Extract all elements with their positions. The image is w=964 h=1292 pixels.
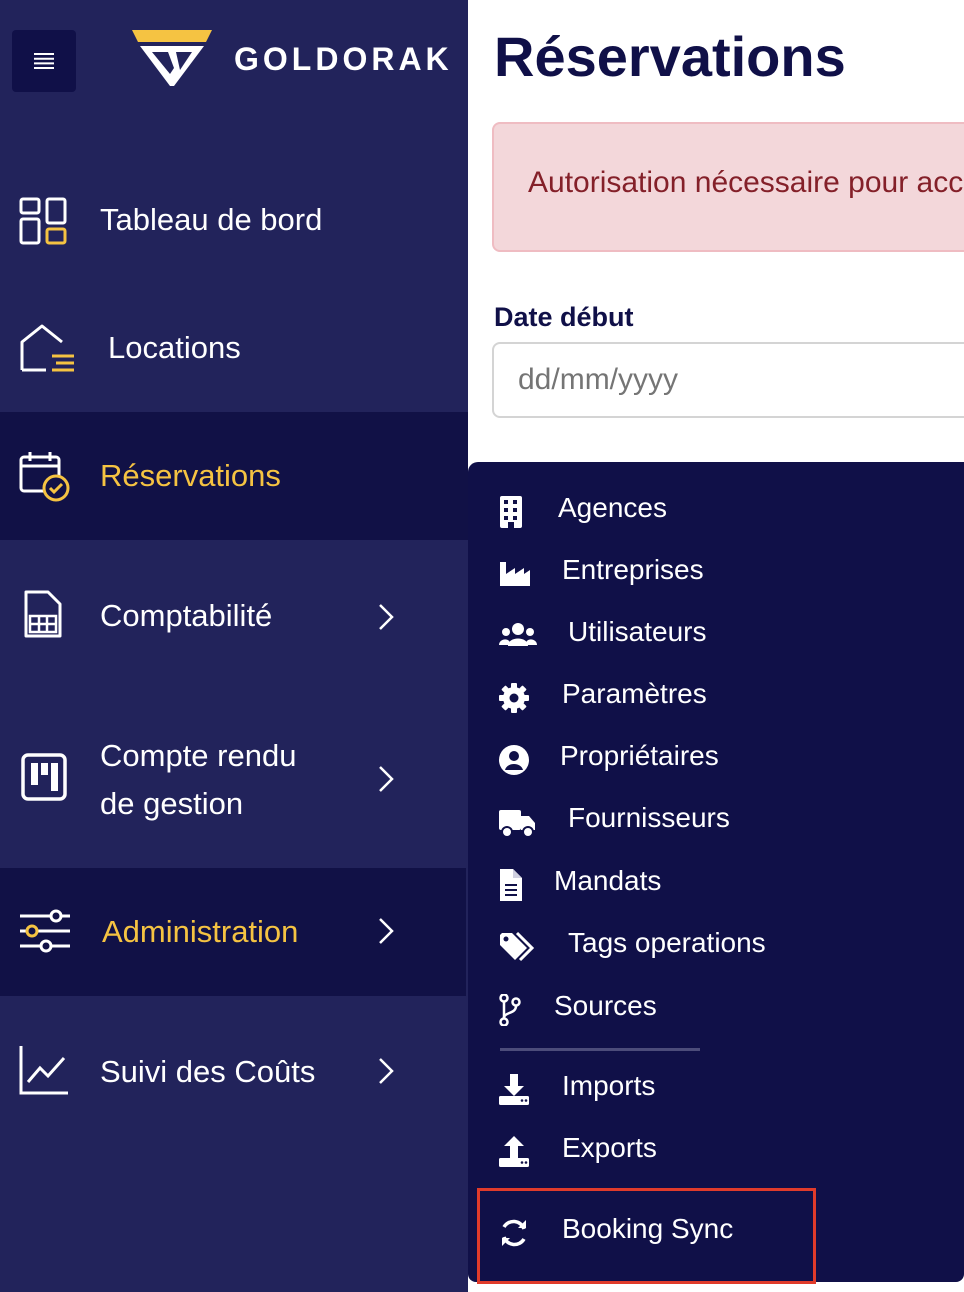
tags-icon: [500, 931, 535, 962]
menu-item-exports[interactable]: Exports: [468, 1124, 908, 1180]
menu-item-label: Propriétaires: [560, 740, 719, 771]
administration-submenu: Agences Entreprises Utilisateurs Paramèt…: [468, 462, 964, 1282]
chevron-right-icon: [379, 918, 394, 944]
menu-item-parametres[interactable]: Paramètres: [468, 670, 908, 726]
hamburger-icon: [34, 53, 54, 69]
date-start-label: Date début: [494, 302, 634, 332]
user-circle-icon: [499, 745, 529, 775]
spreadsheet-icon: [24, 590, 62, 638]
truck-icon: [499, 810, 535, 838]
menu-item-agences[interactable]: Agences: [468, 484, 908, 540]
menu-item-label: Fournisseurs: [568, 802, 730, 833]
gear-icon: [499, 683, 529, 713]
line-chart-icon: [19, 1046, 68, 1095]
sidebar-item-label: Comptabilité: [100, 598, 273, 633]
menu-item-imports[interactable]: Imports: [468, 1062, 908, 1118]
sidebar-item-compte-rendu[interactable]: Compte rendu de gestion: [0, 700, 466, 868]
menu-item-sources[interactable]: Sources: [468, 982, 908, 1038]
menu-item-entreprises[interactable]: Entreprises: [468, 546, 908, 602]
building-icon: [500, 496, 522, 528]
menu-item-label: Agences: [558, 492, 667, 523]
sidebar-item-suivi-couts[interactable]: Suivi des Coûts: [0, 1004, 466, 1144]
menu-item-utilisateurs[interactable]: Utilisateurs: [468, 608, 908, 664]
sidebar-item-label: Tableau de bord: [100, 202, 323, 237]
sidebar-item-dashboard[interactable]: Tableau de bord: [0, 160, 466, 280]
sidebar-item-locations[interactable]: Locations: [0, 288, 466, 408]
menu-item-label: Mandats: [554, 865, 662, 896]
menu-item-label: Entreprises: [562, 554, 704, 585]
upload-icon: [499, 1136, 529, 1167]
sidebar-item-label: Suivi des Coûts: [100, 1054, 316, 1089]
code-branch-icon: [499, 994, 521, 1026]
sliders-icon: [20, 909, 70, 953]
brand-name: GOLDORAK: [234, 41, 453, 77]
menu-item-label: Utilisateurs: [568, 616, 707, 647]
sidebar-item-label-line2: de gestion: [100, 786, 244, 821]
highlight-box: [477, 1188, 816, 1284]
page-title: Réservations: [494, 25, 846, 88]
chevron-right-icon: [379, 1058, 394, 1084]
sidebar-item-label: Réservations: [100, 458, 281, 493]
file-icon: [500, 869, 522, 901]
permission-alert: Autorisation nécessaire pour accéder: [492, 122, 964, 252]
sidebar-item-administration[interactable]: Administration: [0, 868, 466, 996]
chevron-right-icon: [379, 766, 394, 792]
menu-divider: [500, 1048, 700, 1051]
dashboard-icon: [19, 197, 67, 245]
sidebar-item-reservations[interactable]: Réservations: [0, 412, 468, 540]
users-icon: [499, 623, 537, 646]
sidebar-item-label-line1: Compte rendu: [100, 738, 297, 773]
kanban-icon: [21, 753, 67, 801]
sidebar-item-label: Locations: [108, 330, 241, 365]
menu-toggle-button[interactable]: [12, 30, 76, 92]
chevron-right-icon: [379, 604, 394, 630]
menu-item-proprietaires[interactable]: Propriétaires: [468, 732, 908, 788]
calendar-check-icon: [19, 452, 70, 502]
sidebar-item-comptabilite[interactable]: Comptabilité: [0, 544, 466, 684]
menu-item-label: Imports: [562, 1070, 656, 1101]
menu-item-fournisseurs[interactable]: Fournisseurs: [468, 794, 908, 850]
menu-item-label: Sources: [554, 990, 657, 1021]
download-icon: [499, 1074, 529, 1105]
menu-item-label: Tags operations: [568, 927, 766, 958]
menu-item-mandats[interactable]: Mandats: [468, 857, 908, 913]
industry-icon: [500, 562, 530, 586]
alert-message: Autorisation nécessaire pour accéder: [528, 166, 964, 199]
menu-item-label: Exports: [562, 1132, 657, 1163]
date-start-input[interactable]: [492, 342, 964, 418]
goldorak-logo[interactable]: [130, 28, 214, 88]
menu-item-tags-operations[interactable]: Tags operations: [468, 919, 908, 975]
sidebar-item-label: Administration: [102, 914, 299, 949]
menu-item-label: Paramètres: [562, 678, 707, 709]
house-list-icon: [20, 324, 74, 372]
sidebar: GOLDORAK Tableau de bord Locations Réser…: [0, 0, 468, 1292]
